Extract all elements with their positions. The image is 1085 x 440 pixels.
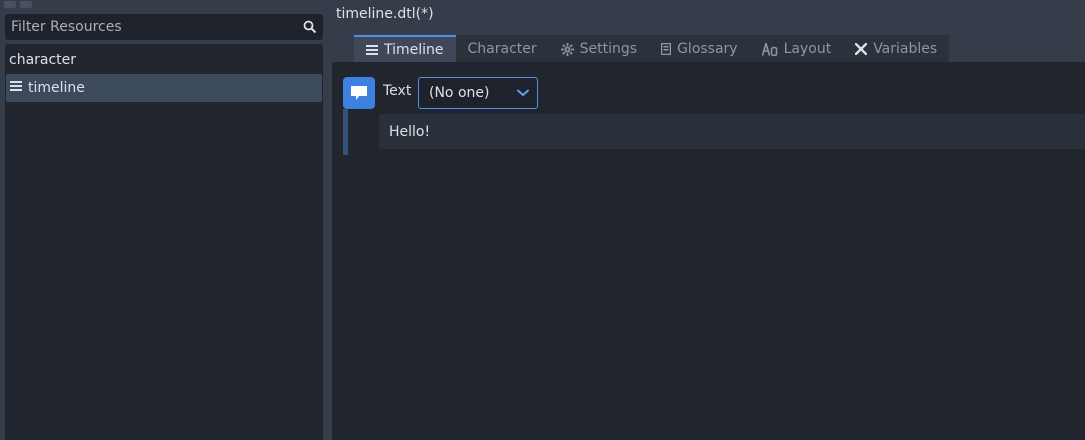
tab-settings[interactable]: Settings (548, 35, 650, 63)
list-icon (10, 80, 22, 96)
gear-icon (560, 42, 574, 56)
filter-resources-input[interactable] (11, 19, 297, 35)
filter-resources-field (5, 14, 323, 40)
resource-item-timeline[interactable]: timeline (6, 74, 322, 102)
text-style-icon (761, 42, 777, 56)
event-indent-line (343, 109, 348, 155)
character-select[interactable]: (No one) (418, 77, 538, 109)
speech-bubble-icon (351, 86, 367, 100)
resource-item-character[interactable]: character (5, 46, 323, 74)
character-select-value: (No one) (429, 85, 490, 101)
tab-label: Character (467, 41, 537, 57)
variable-x-icon (855, 43, 868, 55)
tab-character[interactable]: Character (455, 35, 549, 63)
book-icon (661, 43, 672, 55)
text-event-icon[interactable] (343, 77, 375, 109)
list-icon (366, 45, 378, 55)
tab-layout[interactable]: Layout (749, 35, 844, 63)
resource-item-label: character (9, 52, 77, 68)
tab-timeline[interactable]: Timeline (354, 35, 456, 63)
resource-item-label: timeline (28, 80, 85, 96)
tab-variables[interactable]: Variables (843, 35, 950, 63)
resource-panel: character timeline (0, 0, 330, 440)
tab-glossary[interactable]: Glossary (649, 35, 750, 63)
search-icon[interactable] (297, 14, 323, 40)
tab-label: Settings (579, 41, 638, 57)
dialog-text-value: Hello! (389, 123, 431, 140)
app-window: character timeline timeline.dtl(*) (0, 0, 1085, 440)
editor-tabs: Timeline Character Settings Glossary Lay… (354, 35, 950, 63)
tab-label: Timeline (384, 42, 444, 58)
resource-list: character timeline (5, 44, 323, 440)
editor-title: timeline.dtl(*) (336, 6, 434, 22)
chevron-down-icon (517, 89, 529, 97)
event-type-label: Text (383, 83, 412, 99)
tab-label: Variables (873, 41, 938, 57)
tab-label: Glossary (677, 41, 738, 57)
tab-label: Layout (783, 41, 832, 57)
dialog-text-field[interactable]: Hello! (379, 114, 1085, 149)
